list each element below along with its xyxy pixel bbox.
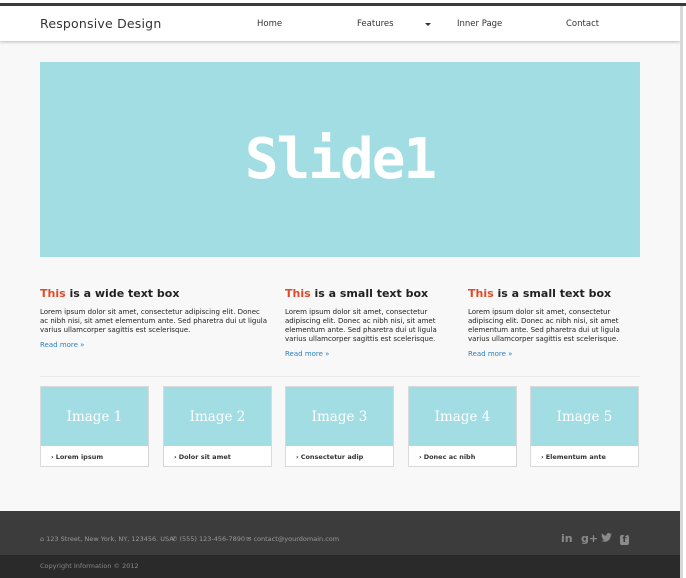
image-card-2[interactable]: Image 2 › Dolor sit amet <box>163 386 272 467</box>
image-placeholder: Image 2 <box>164 387 271 446</box>
image-placeholder: Image 1 <box>41 387 148 446</box>
text-box-small-1: This is a small text box Lorem ipsum dol… <box>285 287 457 358</box>
footer-address: ⌂ 123 Street, New York, NY, 123456. USA <box>40 535 174 543</box>
card-caption: › Consectetur adip <box>296 453 364 461</box>
image-placeholder: Image 4 <box>409 387 516 446</box>
site-header: Responsive Design Home Features Inner Pa… <box>0 6 680 41</box>
chevron-right-icon: › <box>296 453 299 461</box>
phone-icon: ✆ <box>172 535 178 543</box>
linkedin-icon[interactable]: in <box>561 532 573 545</box>
text-box-wide: This is a wide text box Lorem ipsum dolo… <box>40 287 270 349</box>
facebook-icon[interactable]: f <box>620 532 629 545</box>
site-footer: ⌂ 123 Street, New York, NY, 123456. USA ✆… <box>0 511 680 555</box>
read-more-link[interactable]: Read more » <box>468 350 640 358</box>
card-caption: › Lorem ipsum <box>51 453 104 461</box>
googleplus-icon[interactable]: g+ <box>581 532 598 545</box>
copyright-bar: Copyright Information © 2012 <box>0 555 680 578</box>
text-box-title: This is a small text box <box>285 287 429 300</box>
text-box-body: Lorem ipsum dolor sit amet, consectetur … <box>40 308 268 334</box>
copyright-text: Copyright Information © 2012 <box>40 562 139 570</box>
text-box-small-2: This is a small text box Lorem ipsum dol… <box>468 287 640 358</box>
nav-home[interactable]: Home <box>257 19 282 29</box>
image-placeholder: Image 3 <box>286 387 393 446</box>
text-box-title: This is a wide text box <box>40 287 180 300</box>
caret-down-icon[interactable] <box>425 23 431 26</box>
home-icon: ⌂ <box>40 535 45 543</box>
nav-features[interactable]: Features <box>357 19 394 29</box>
chevron-right-icon: › <box>541 453 544 461</box>
nav-inner-page[interactable]: Inner Page <box>457 19 502 29</box>
nav-contact[interactable]: Contact <box>566 19 599 29</box>
card-caption: › Elementum ante <box>541 453 606 461</box>
image-card-5[interactable]: Image 5 › Elementum ante <box>530 386 639 467</box>
hero-slider[interactable]: Slide1 <box>40 62 640 257</box>
section-divider <box>40 376 640 377</box>
image-card-3[interactable]: Image 3 › Consectetur adip <box>285 386 394 467</box>
slide-title: Slide1 <box>244 127 437 192</box>
footer-phone: ✆ (555) 123-456-7890 <box>172 535 246 543</box>
chevron-right-icon: › <box>51 453 54 461</box>
mail-icon: ✉ <box>246 535 252 543</box>
site-brand[interactable]: Responsive Design <box>40 16 161 31</box>
twitter-icon[interactable] <box>601 532 612 545</box>
read-more-link[interactable]: Read more » <box>285 350 457 358</box>
chevron-right-icon: › <box>419 453 422 461</box>
page: Responsive Design Home Features Inner Pa… <box>0 6 683 578</box>
text-box-body: Lorem ipsum dolor sit amet, consectetur … <box>285 308 437 343</box>
image-card-4[interactable]: Image 4 › Donec ac nibh <box>408 386 517 467</box>
text-box-title: This is a small text box <box>468 287 612 300</box>
read-more-link[interactable]: Read more » <box>40 341 270 349</box>
image-card-1[interactable]: Image 1 › Lorem ipsum <box>40 386 149 467</box>
card-caption: › Dolor sit amet <box>174 453 231 461</box>
image-placeholder: Image 5 <box>531 387 638 446</box>
text-box-body: Lorem ipsum dolor sit amet, consectetur … <box>468 308 620 343</box>
card-caption: › Donec ac nibh <box>419 453 476 461</box>
footer-email[interactable]: ✉ contact@yourdomain.com <box>246 535 339 543</box>
chevron-right-icon: › <box>174 453 177 461</box>
